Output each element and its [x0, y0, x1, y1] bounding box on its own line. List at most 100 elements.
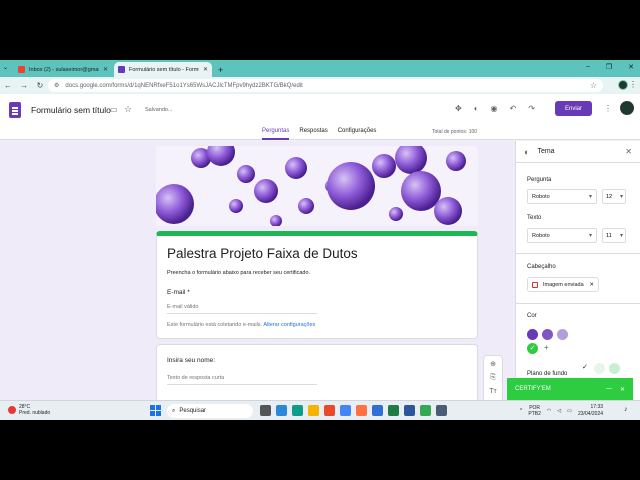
- form-editor-area: Palestra Projeto Faixa de Dutos Preencha…: [0, 141, 515, 401]
- question-card[interactable]: Insira seu nome: Texto de resposta curta: [156, 344, 478, 401]
- email-field[interactable]: E-mail válido: [167, 304, 317, 314]
- close-tab-icon[interactable]: ✕: [103, 66, 108, 73]
- file-explorer-icon[interactable]: [308, 405, 319, 416]
- new-tab-button[interactable]: +: [218, 65, 223, 75]
- taskbar-search[interactable]: ⌕ Pesquisar: [167, 404, 253, 418]
- address-bar-row: ← → ↻ ⚙ docs.google.com/forms/d/1qNENRfx…: [0, 77, 640, 94]
- redo-icon[interactable]: ↷: [528, 104, 535, 113]
- url-field[interactable]: ⚙ docs.google.com/forms/d/1qNENRfxeF51o1…: [48, 79, 603, 92]
- minimize-button[interactable]: –: [586, 63, 590, 71]
- chrome-profile-icon[interactable]: [372, 405, 383, 416]
- forms-logo-icon[interactable]: [9, 102, 21, 118]
- chevron-down-icon: ▾: [619, 233, 623, 239]
- header-image-chip[interactable]: Imagem enviada ✕: [527, 277, 599, 292]
- remove-image-icon[interactable]: ✕: [589, 282, 594, 288]
- toast-actions: — ✕: [606, 386, 625, 393]
- import-icon[interactable]: ⎘: [490, 374, 496, 382]
- color-swatch-selected[interactable]: ✓: [527, 343, 538, 354]
- language-indicator[interactable]: POR PTB2: [528, 405, 541, 417]
- divider: [516, 253, 640, 254]
- start-button-icon[interactable]: [150, 405, 161, 416]
- toast-title: CERTIFY'EM: [515, 386, 551, 392]
- chevron-down-icon: ▾: [588, 194, 592, 200]
- system-tray: ^ POR PTB2 ◠ ◁ ▭: [520, 405, 572, 417]
- header-actions: ✥ ◐ ◉ ↶ ↷: [455, 104, 535, 113]
- wifi-icon[interactable]: ◠: [547, 408, 551, 414]
- color-swatch[interactable]: [527, 329, 538, 340]
- add-color-icon[interactable]: +: [544, 343, 549, 352]
- task-view-icon[interactable]: [260, 405, 271, 416]
- document-title[interactable]: Formulário sem título: [31, 105, 111, 115]
- question-label[interactable]: Insira seu nome:: [167, 357, 215, 364]
- tab-search-icon[interactable]: ⌄: [3, 64, 8, 71]
- undo-icon[interactable]: ↶: [510, 104, 517, 113]
- forward-icon[interactable]: →: [16, 81, 32, 90]
- firefox-icon[interactable]: [356, 405, 367, 416]
- close-tab-icon[interactable]: ✕: [203, 66, 208, 73]
- weather-widget[interactable]: 28°C Pred. nublado: [8, 404, 50, 416]
- forms-icon: [118, 66, 125, 73]
- volume-icon[interactable]: ◁: [557, 408, 561, 414]
- color-swatch[interactable]: [542, 329, 553, 340]
- profile-avatar[interactable]: [618, 80, 628, 90]
- notification-bell-icon[interactable]: ♪: [624, 406, 628, 413]
- widgets-icon[interactable]: [276, 405, 287, 416]
- background-swatch[interactable]: [609, 363, 620, 374]
- edge-icon[interactable]: [292, 405, 303, 416]
- tab-title: Inbox (2) - sulaseimor@gmail...: [29, 66, 99, 73]
- word-icon[interactable]: [404, 405, 415, 416]
- form-title-card[interactable]: Palestra Projeto Faixa de Dutos Preencha…: [156, 231, 478, 339]
- chrome-icon[interactable]: [420, 405, 431, 416]
- terminal-icon[interactable]: [436, 405, 447, 416]
- close-window-button[interactable]: ✕: [628, 63, 634, 71]
- question-font-select[interactable]: Roboto ▾: [527, 189, 597, 204]
- text-size-select[interactable]: 11 ▾: [602, 228, 626, 243]
- close-icon[interactable]: ✕: [620, 386, 625, 393]
- chrome-icon[interactable]: [340, 405, 351, 416]
- theme-panel-header: ◐ Tema ✕: [516, 141, 640, 163]
- short-answer-field: Texto de resposta curta: [167, 375, 317, 385]
- form-description[interactable]: Preencha o formulário abaixo para recebe…: [167, 270, 310, 276]
- folder-icon[interactable]: ▭: [110, 105, 118, 114]
- add-question-icon[interactable]: ⊕: [490, 360, 496, 368]
- palette-icon: ◐: [524, 146, 530, 157]
- send-button[interactable]: Enviar: [555, 101, 592, 116]
- back-icon[interactable]: ←: [0, 81, 16, 90]
- more-options-icon[interactable]: ⋮: [604, 104, 612, 113]
- battery-icon[interactable]: ▭: [567, 408, 572, 414]
- tab-perguntas[interactable]: Perguntas: [262, 128, 290, 140]
- tab-configuracoes[interactable]: Configurações: [338, 128, 377, 140]
- title-icon[interactable]: Tт: [489, 388, 496, 395]
- change-settings-link[interactable]: Alterar configurações: [263, 322, 315, 328]
- text-font-select[interactable]: Roboto ▾: [527, 228, 597, 243]
- browser-menu-icon[interactable]: ⋮: [629, 80, 637, 89]
- account-avatar[interactable]: [620, 101, 634, 115]
- divider: [516, 303, 640, 304]
- tab-respostas[interactable]: Respostas: [299, 128, 327, 140]
- forms-header: Formulário sem título ▭ ☆ Salvando... ✥ …: [0, 94, 640, 140]
- site-info-icon[interactable]: ⚙: [54, 82, 59, 89]
- excel-icon[interactable]: [388, 405, 399, 416]
- tray-chevron-icon[interactable]: ^: [520, 408, 522, 414]
- total-points: Total de pontos: 100: [432, 129, 478, 135]
- bookmark-star-icon[interactable]: ☆: [590, 81, 597, 90]
- header-image: [156, 146, 478, 226]
- background-swatch[interactable]: [594, 363, 605, 374]
- tab-forms[interactable]: Formulário sem título - Formu... ✕: [114, 62, 212, 77]
- form-title[interactable]: Palestra Projeto Faixa de Dutos: [167, 246, 358, 261]
- weather-icon: [8, 406, 16, 414]
- preview-eye-icon[interactable]: ◉: [491, 104, 498, 113]
- minimize-icon[interactable]: —: [606, 386, 612, 393]
- office-icon[interactable]: [324, 405, 335, 416]
- extension-toast[interactable]: CERTIFY'EM — ✕: [507, 378, 633, 400]
- question-size-select[interactable]: 12 ▾: [602, 189, 626, 204]
- clock[interactable]: 17:33 23/04/2024: [578, 404, 603, 418]
- star-icon[interactable]: ☆: [124, 104, 132, 115]
- color-swatch[interactable]: [557, 329, 568, 340]
- reload-icon[interactable]: ↻: [32, 81, 48, 90]
- palette-icon[interactable]: ◐: [474, 104, 479, 113]
- addons-icon[interactable]: ✥: [455, 104, 462, 113]
- tab-inbox[interactable]: Inbox (2) - sulaseimor@gmail... ✕: [14, 62, 112, 77]
- close-icon[interactable]: ✕: [625, 147, 632, 156]
- maximize-button[interactable]: ❐: [606, 63, 612, 71]
